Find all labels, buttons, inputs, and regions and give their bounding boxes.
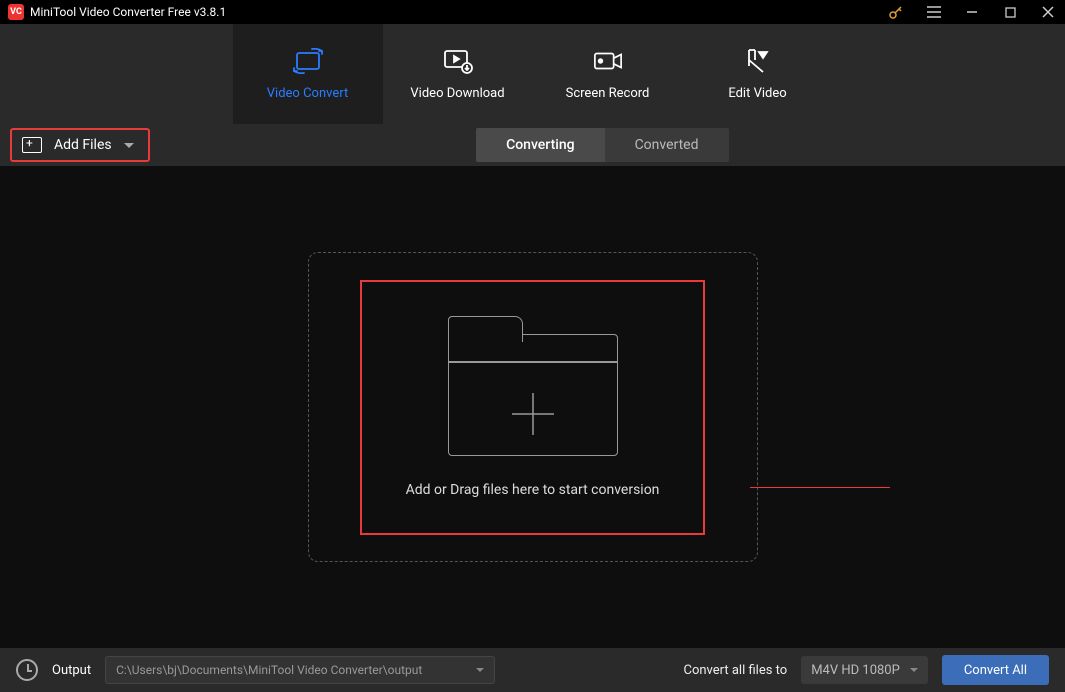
convert-all-label: Convert all files to xyxy=(683,663,787,678)
add-files-button[interactable]: Add Files xyxy=(10,128,150,162)
tab-label: Video Convert xyxy=(267,86,348,101)
add-files-label: Add Files xyxy=(54,137,112,153)
edit-icon xyxy=(743,48,773,74)
status-segment: Converting Converted xyxy=(476,128,728,162)
footer-bar: Output C:\Users\bj\Documents\MiniTool Vi… xyxy=(0,648,1065,692)
maximize-button[interactable] xyxy=(1001,3,1019,21)
app-window: VC MiniTool Video Converter Free v3.8.1 xyxy=(0,0,1065,692)
format-select[interactable]: M4V HD 1080P xyxy=(801,656,928,684)
convert-all-button[interactable]: Convert All xyxy=(942,655,1049,685)
accent-line xyxy=(750,487,890,488)
window-title: MiniTool Video Converter Free v3.8.1 xyxy=(30,5,887,19)
toolbar: Add Files Converting Converted xyxy=(0,124,1065,166)
tab-video-download[interactable]: Video Download xyxy=(383,24,533,124)
tab-video-convert[interactable]: Video Convert xyxy=(233,24,383,124)
menu-icon[interactable] xyxy=(925,3,943,21)
format-selected-text: M4V HD 1080P xyxy=(811,663,900,678)
output-label: Output xyxy=(52,663,91,678)
key-icon[interactable] xyxy=(887,3,905,21)
app-logo-icon: VC xyxy=(8,4,24,20)
segment-converted[interactable]: Converted xyxy=(605,128,729,162)
title-bar: VC MiniTool Video Converter Free v3.8.1 xyxy=(0,0,1065,24)
download-icon xyxy=(443,48,473,74)
close-button[interactable] xyxy=(1039,3,1057,21)
tab-label: Edit Video xyxy=(728,86,786,101)
dropzone-text: Add or Drag files here to start conversi… xyxy=(406,482,660,498)
output-path-select[interactable]: C:\Users\bj\Documents\MiniTool Video Con… xyxy=(105,656,495,684)
segment-converting[interactable]: Converting xyxy=(476,128,604,162)
chevron-down-icon xyxy=(476,668,484,672)
tab-label: Screen Record xyxy=(566,86,650,101)
convert-icon xyxy=(293,48,323,74)
dropzone[interactable]: Add or Drag files here to start conversi… xyxy=(360,280,705,535)
dropzone-dashed: Add or Drag files here to start conversi… xyxy=(308,252,758,562)
chevron-down-icon xyxy=(124,143,134,148)
clock-icon[interactable] xyxy=(16,659,38,681)
minimize-button[interactable] xyxy=(963,3,981,21)
tab-label: Video Download xyxy=(410,86,504,101)
chevron-down-icon xyxy=(910,668,918,672)
tab-screen-record[interactable]: Screen Record xyxy=(533,24,683,124)
main-tabs: Video Convert Video Download Screen Reco… xyxy=(0,24,1065,124)
output-path-text: C:\Users\bj\Documents\MiniTool Video Con… xyxy=(116,663,422,677)
tab-edit-video[interactable]: Edit Video xyxy=(683,24,833,124)
record-icon xyxy=(593,48,623,74)
workspace: Add or Drag files here to start conversi… xyxy=(0,166,1065,648)
folder-add-icon xyxy=(448,316,618,456)
add-folder-icon xyxy=(22,137,42,153)
